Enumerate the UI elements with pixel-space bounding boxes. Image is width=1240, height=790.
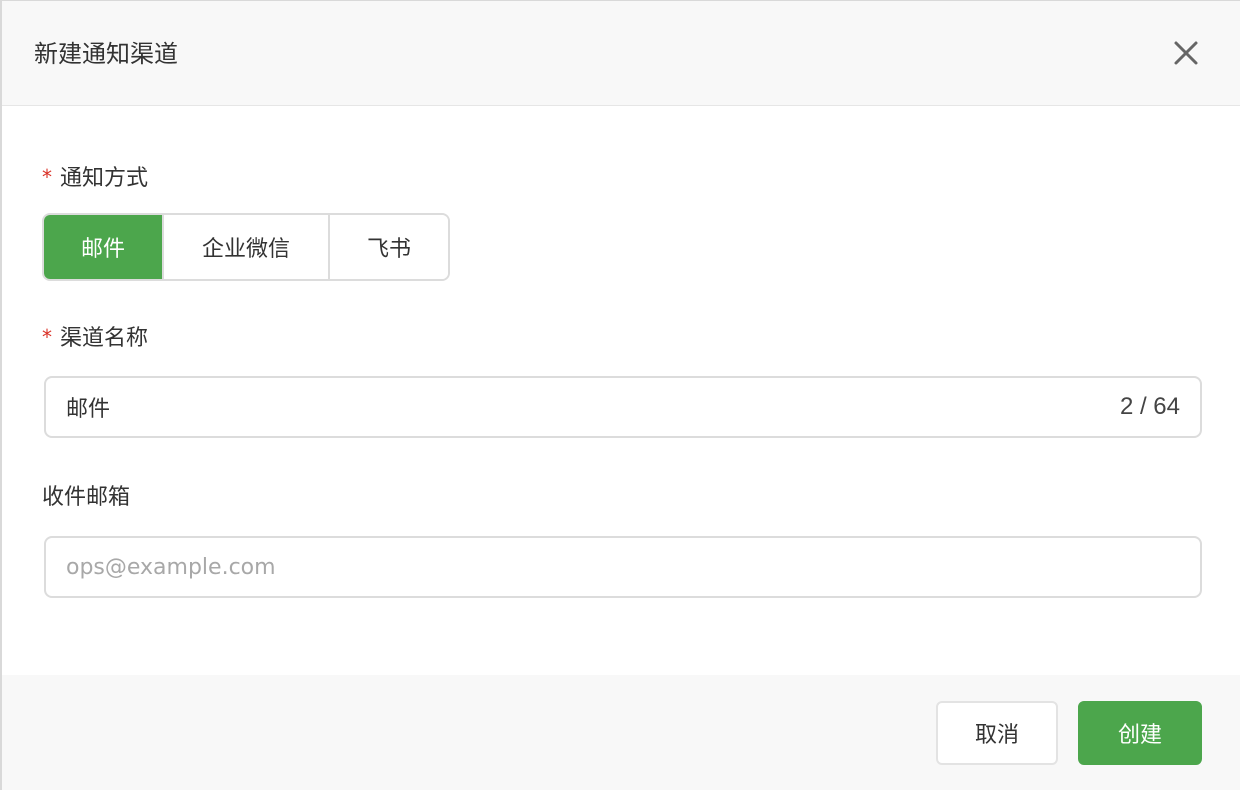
dialog-header: 新建通知渠道 xyxy=(2,1,1240,106)
method-segmented-control: 邮件 企业微信 飞书 xyxy=(42,213,450,281)
recipient-email-input[interactable] xyxy=(66,554,1180,580)
recipient-email-label: 收件邮箱 xyxy=(42,485,131,510)
close-icon xyxy=(1174,41,1198,65)
channel-name-label: * 渠道名称 xyxy=(42,323,148,354)
character-counter: 2 / 64 xyxy=(1119,393,1180,420)
method-option-feishu[interactable]: 飞书 xyxy=(328,215,448,279)
method-label: * 通知方式 xyxy=(42,163,148,194)
channel-name-field: 2 / 64 xyxy=(44,376,1202,438)
recipient-email-field xyxy=(44,536,1202,598)
create-button[interactable]: 创建 xyxy=(1078,701,1202,765)
channel-name-input[interactable] xyxy=(66,394,1120,420)
required-mark: * xyxy=(42,325,52,349)
create-notification-channel-dialog: 新建通知渠道 * 通知方式 邮件 企业微信 飞书 * 渠道名称 2 / 64 收件邮… xyxy=(0,0,1240,790)
dialog-title: 新建通知渠道 xyxy=(34,40,178,68)
close-button[interactable] xyxy=(1170,37,1202,69)
dialog-footer: 取消 创建 xyxy=(2,675,1240,790)
required-mark: * xyxy=(42,165,52,189)
method-option-wecom[interactable]: 企业微信 xyxy=(162,215,328,279)
cancel-button[interactable]: 取消 xyxy=(936,701,1058,765)
channel-name-label-text: 渠道名称 xyxy=(60,326,149,351)
method-option-email[interactable]: 邮件 xyxy=(44,215,162,279)
method-label-text: 通知方式 xyxy=(60,166,149,191)
